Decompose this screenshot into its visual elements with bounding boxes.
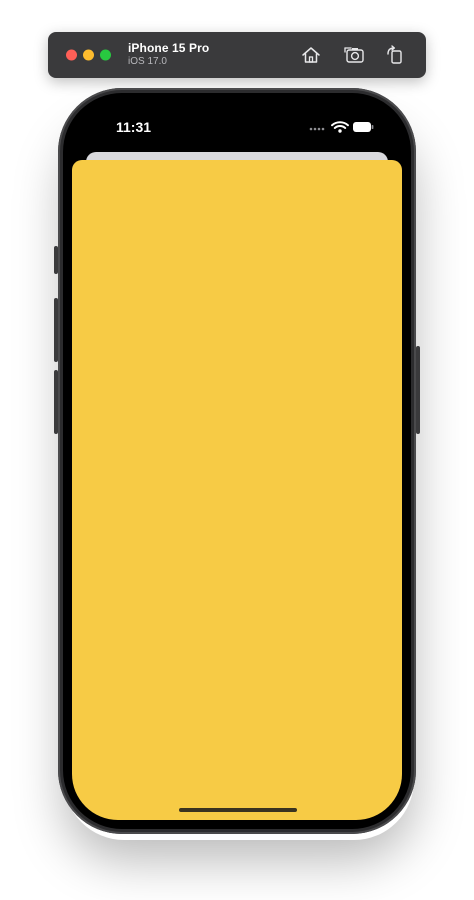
- os-version: iOS 17.0: [128, 56, 167, 67]
- device-name: iPhone 15 Pro: [128, 41, 210, 55]
- yellow-content-sheet[interactable]: [72, 160, 402, 820]
- battery-icon: [353, 122, 374, 132]
- window-maximize-button[interactable]: [100, 49, 111, 61]
- status-icons: [309, 121, 374, 133]
- camera-icon: [344, 47, 364, 63]
- power-side-button[interactable]: [416, 346, 420, 434]
- window-close-button[interactable]: [66, 49, 77, 61]
- cellular-dots-icon: [309, 127, 325, 131]
- rotate-button[interactable]: [384, 44, 406, 66]
- simulator-stage: iPhone 15 Pro iOS 17.0 11:31: [0, 0, 474, 900]
- home-icon: [302, 47, 320, 63]
- simulator-toolbar: iPhone 15 Pro iOS 17.0: [48, 32, 426, 78]
- home-indicator[interactable]: [179, 808, 297, 812]
- rotate-icon: [387, 45, 402, 64]
- screenshot-button[interactable]: [344, 44, 366, 66]
- window-minimize-button[interactable]: [83, 49, 94, 61]
- home-button[interactable]: [300, 44, 322, 66]
- wifi-icon: [331, 121, 349, 133]
- status-time: 11:31: [116, 119, 152, 135]
